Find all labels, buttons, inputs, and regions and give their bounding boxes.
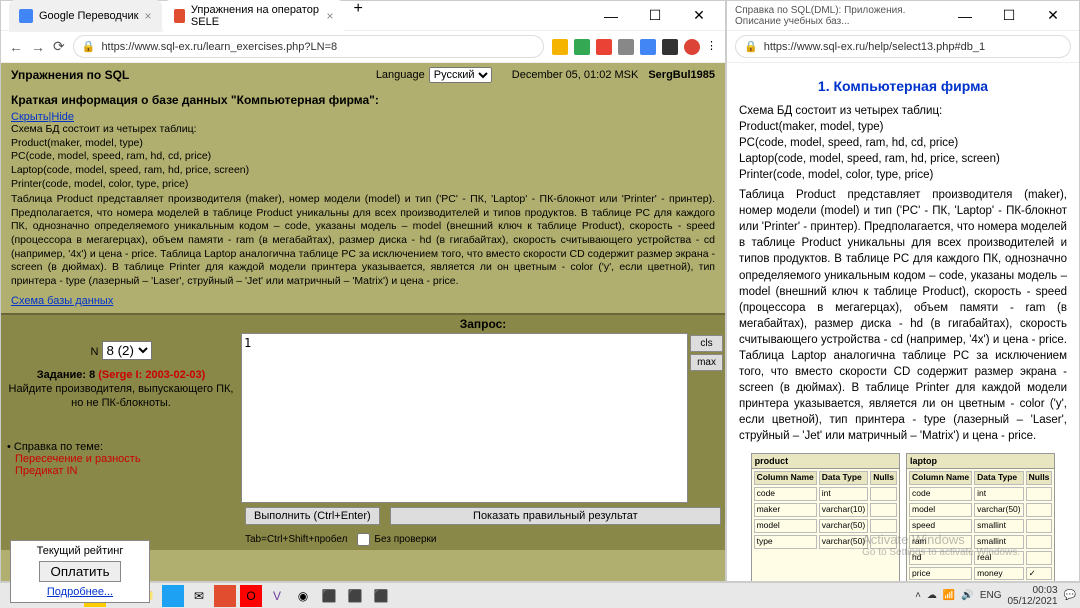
mail-icon[interactable]: ✉ [188, 585, 210, 607]
ext-icon[interactable] [618, 39, 634, 55]
new-tab-button[interactable]: + [346, 0, 371, 32]
url-text: https://www.sql-ex.ru/help/select13.php#… [764, 41, 985, 53]
cloud-icon[interactable]: ☁ [927, 590, 937, 601]
task-description: Найдите производителя, выпускающего ПК, … [9, 383, 234, 409]
exercise-select[interactable]: 8 (2) [102, 341, 152, 360]
app-icon[interactable]: ⬛ [318, 585, 340, 607]
help-link-2[interactable]: Предикат IN [15, 465, 235, 477]
ext-icon[interactable] [596, 39, 612, 55]
tab-icon [19, 9, 33, 23]
language-label: Language [376, 69, 425, 81]
close-button[interactable]: ✕ [1035, 2, 1071, 30]
tray-icon[interactable]: ˄ [915, 590, 921, 601]
pay-button[interactable]: Оплатить [39, 561, 120, 582]
back-button[interactable]: ← [9, 39, 23, 55]
page-content: Упражнения по SQL Language Русский Decem… [1, 63, 725, 581]
help-link-1[interactable]: Пересечение и разность [15, 453, 235, 465]
ext-icon[interactable] [574, 39, 590, 55]
ext-icon[interactable] [552, 39, 568, 55]
tab-icon [174, 9, 185, 23]
no-check-checkbox[interactable] [357, 533, 370, 546]
clock-time[interactable]: 00:03 [1007, 585, 1057, 596]
forward-button[interactable]: → [31, 39, 45, 55]
window-title: Справка по SQL(DML): Приложения. Описани… [735, 5, 947, 27]
tab-title: Упражнения на оператор SELE [191, 4, 321, 28]
execute-button[interactable]: Выполнить (Ctrl+Enter) [245, 507, 380, 525]
language-indicator[interactable]: ENG [980, 590, 1002, 601]
clock-date[interactable]: 05/12/2021 [1007, 596, 1057, 607]
cls-button[interactable]: cls [690, 335, 723, 352]
show-answer-button[interactable]: Показать правильный результат [390, 507, 721, 525]
help-label: • Справка по теме: [7, 441, 235, 453]
app-icon[interactable] [162, 585, 184, 607]
taskbar: ⊞ 🔍 ☰ 🌐 📁 ✉ O V ◉ ⬛ ⬛ ⬛ ˄ ☁ 📶 🔊 ENG 00:0… [0, 582, 1080, 608]
max-button[interactable]: max [690, 354, 723, 371]
maximize-button[interactable]: ☐ [637, 2, 673, 30]
n-label: N [90, 346, 98, 358]
app-icon[interactable] [214, 585, 236, 607]
task-panel: N 8 (2) Задание: 8 (Serge I: 2003-02-03)… [1, 315, 241, 550]
ext-icon[interactable] [640, 39, 656, 55]
schema-link[interactable]: Схема базы данных [11, 295, 715, 307]
avatar-icon[interactable] [684, 39, 700, 55]
rating-box: Текущий рейтинг Оплатить Подробнее... [10, 540, 150, 603]
close-button[interactable]: ✕ [681, 2, 717, 30]
notifications-icon[interactable]: 💬 [1064, 590, 1076, 601]
browser-window-right: Справка по SQL(DML): Приложения. Описани… [726, 0, 1080, 582]
ext-icon[interactable] [662, 39, 678, 55]
more-link[interactable]: Подробнее... [47, 586, 113, 598]
db-diagram: productColumn NameData TypeNullscodeintm… [739, 453, 1067, 581]
app-icon[interactable]: ⬛ [370, 585, 392, 607]
chrome-icon[interactable]: ◉ [292, 585, 314, 607]
url-input[interactable]: 🔒 https://www.sql-ex.ru/help/select13.ph… [735, 35, 1071, 58]
tab-title: Google Переводчик [39, 10, 139, 22]
url-text: https://www.sql-ex.ru/learn_exercises.ph… [101, 41, 337, 53]
tab-hint: Tab=Ctrl+Shift+пробел [245, 534, 347, 545]
hide-link[interactable]: Скрыть|Hide [11, 111, 715, 123]
page-title: Упражнения по SQL [11, 68, 376, 82]
language-select[interactable]: Русский [429, 67, 492, 83]
browser-tab-1[interactable]: Упражнения на оператор SELE × [164, 0, 344, 32]
query-label: Запрос: [241, 315, 725, 333]
menu-icon[interactable]: ⋮ [706, 39, 717, 55]
extensions: ⋮ [552, 39, 717, 55]
maximize-button[interactable]: ☐ [991, 2, 1027, 30]
watermark: Activate Windows Go to Settings to activ… [862, 532, 1020, 558]
lock-icon: 🔒 [744, 40, 758, 53]
vs-icon[interactable]: V [266, 585, 288, 607]
help-content: 1. Компьютерная фирма Схема БД состоит и… [727, 63, 1079, 581]
task-label: Задание: 8 [37, 369, 95, 381]
browser-tab-0[interactable]: Google Переводчик × [9, 0, 162, 32]
minimize-button[interactable]: — [593, 2, 629, 30]
opera-icon[interactable]: O [240, 585, 262, 607]
titlebar: Google Переводчик × Упражнения на операт… [1, 1, 725, 31]
help-description: Таблица Product представляет производите… [739, 187, 1067, 445]
close-icon[interactable]: × [145, 9, 152, 23]
browser-window-left: Google Переводчик × Упражнения на операт… [0, 0, 726, 582]
wifi-icon[interactable]: 📶 [943, 590, 955, 601]
query-input[interactable]: 1 [241, 333, 688, 503]
url-input[interactable]: 🔒 https://www.sql-ex.ru/learn_exercises.… [73, 35, 544, 58]
app-icon[interactable]: ⬛ [344, 585, 366, 607]
schema-text: Схема БД состоит из четырех таблиц: Prod… [11, 123, 715, 289]
username: SergBul1985 [648, 69, 715, 81]
task-author: (Serge I: 2003-02-03) [98, 369, 205, 381]
addressbar: ← → ⟳ 🔒 https://www.sql-ex.ru/learn_exer… [1, 31, 725, 63]
reload-button[interactable]: ⟳ [53, 38, 65, 55]
rating-title: Текущий рейтинг [15, 545, 145, 557]
close-icon[interactable]: × [327, 9, 334, 23]
no-check-label: Без проверки [374, 534, 436, 545]
minimize-button[interactable]: — [947, 2, 983, 30]
info-title: Краткая информация о базе данных "Компью… [11, 93, 715, 107]
titlebar: Справка по SQL(DML): Приложения. Описани… [727, 1, 1079, 31]
lock-icon: 🔒 [82, 40, 96, 53]
help-heading-1: 1. Компьютерная фирма [739, 77, 1067, 97]
volume-icon[interactable]: 🔊 [961, 590, 973, 601]
datetime: December 05, 01:02 MSK [512, 69, 639, 81]
